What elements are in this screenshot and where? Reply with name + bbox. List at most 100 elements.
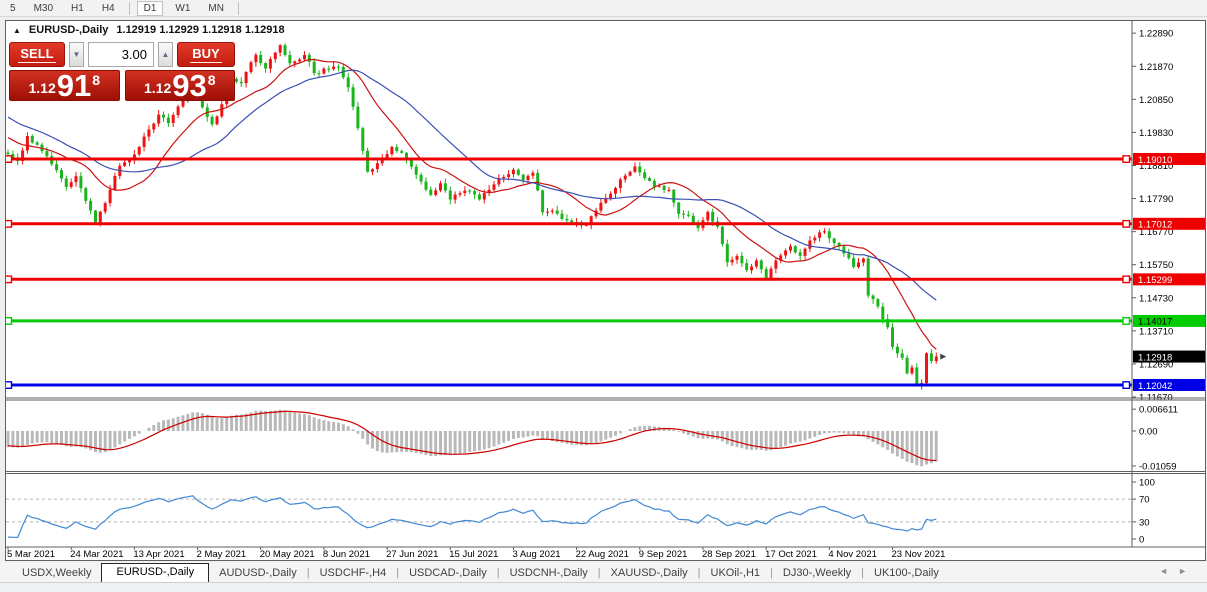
chart-tab-uk100-daily[interactable]: UK100-,Daily: [864, 565, 949, 582]
tab-scroll-left-icon[interactable]: ◄: [1159, 566, 1178, 576]
candle-body: [483, 193, 486, 199]
chart-tab-audusd-daily[interactable]: AUDUSD-,Daily: [209, 565, 307, 582]
timeframe-button-mn[interactable]: MN: [202, 2, 230, 15]
tab-scroll-arrows[interactable]: ◄►: [1159, 566, 1197, 576]
candle-body: [143, 137, 146, 147]
rsi-axis-label: 100: [1139, 478, 1155, 489]
sell-button[interactable]: SELL: [9, 42, 65, 67]
volume-increase-button[interactable]: ▲: [158, 42, 173, 67]
buy-button[interactable]: BUY: [177, 42, 235, 67]
candle-body: [896, 347, 899, 354]
hline-1.19010[interactable]: [6, 156, 1132, 163]
candle-body: [687, 215, 690, 216]
date-axis-label: 5 Mar 2021: [7, 549, 55, 560]
price-tag-value: 1.14017: [1138, 317, 1172, 328]
candle-body: [444, 183, 447, 190]
hline-right-handle[interactable]: [1123, 318, 1130, 325]
candle-body: [493, 184, 496, 189]
toolbar-separator: [238, 2, 239, 15]
candle-body: [638, 167, 641, 173]
tab-scroll-right-icon[interactable]: ►: [1178, 566, 1197, 576]
candle-body: [901, 353, 904, 357]
timeframe-button-h1[interactable]: H1: [65, 2, 90, 15]
hline-right-handle[interactable]: [1123, 382, 1130, 389]
hline-left-handle[interactable]: [6, 221, 12, 228]
spinner-up-icon: ▲: [162, 50, 170, 59]
price-axis-tick-label: 1.13710: [1139, 326, 1173, 337]
candle-body: [774, 261, 777, 269]
candle-body: [862, 259, 865, 263]
hline-1.15299[interactable]: [6, 276, 1132, 283]
candle-body: [269, 59, 272, 69]
candle-body: [502, 177, 505, 178]
candle-body: [852, 258, 855, 267]
date-axis-label: 20 May 2021: [260, 549, 315, 560]
chart-tab-usdcad-daily[interactable]: USDCAD-,Daily: [399, 565, 497, 582]
hline-1.17012[interactable]: [6, 221, 1132, 228]
macd-axis-label: 0.00: [1139, 427, 1158, 438]
volume-decrease-button[interactable]: ▼: [69, 42, 84, 67]
price-tag-value: 1.15299: [1138, 275, 1172, 286]
hline-left-handle[interactable]: [6, 276, 12, 283]
timeframe-button-w1[interactable]: W1: [169, 2, 196, 15]
hline-1.12042[interactable]: [6, 382, 1132, 389]
buy-price-sup: 8: [208, 72, 216, 88]
candle-body: [755, 261, 758, 267]
candle-body: [565, 219, 568, 220]
hline-left-handle[interactable]: [6, 318, 12, 325]
candle-body: [750, 267, 753, 271]
macd-axis-label: -0.01059: [1139, 461, 1177, 472]
candle-body: [177, 107, 180, 116]
candle-body: [366, 151, 369, 172]
macd-signal-line: [8, 411, 936, 460]
candle-body: [162, 115, 165, 118]
chart-tab-eurusd-daily[interactable]: EURUSD-,Daily: [101, 563, 209, 582]
buy-price-tile[interactable]: 1.12 93 8: [125, 70, 236, 101]
candle-body: [308, 55, 311, 62]
candle-body: [847, 253, 850, 258]
candle-body: [172, 115, 175, 123]
candle-body: [113, 176, 116, 190]
hline-left-handle[interactable]: [6, 156, 12, 163]
price-axis-tick-label: 1.14730: [1139, 293, 1173, 304]
candle-body: [619, 179, 622, 188]
hline-right-handle[interactable]: [1123, 156, 1130, 163]
chart-tab-usdchf-h4[interactable]: USDCHF-,H4: [310, 565, 397, 582]
chart-tab-dj30-weekly[interactable]: DJ30-,Weekly: [773, 565, 861, 582]
toolbar-separator: [129, 2, 130, 15]
candle-body: [682, 214, 685, 215]
candle-body: [813, 238, 816, 241]
timeframe-button-5[interactable]: 5: [4, 2, 22, 15]
hline-right-handle[interactable]: [1123, 221, 1130, 228]
timeframe-button-d1[interactable]: D1: [137, 1, 164, 16]
candle-body: [468, 191, 471, 192]
hline-1.14017[interactable]: [6, 318, 1132, 325]
timeframe-button-h4[interactable]: H4: [96, 2, 121, 15]
chart-tab-usdx-weekly[interactable]: USDX,Weekly: [12, 565, 101, 582]
chart-tab-ukoil-h1[interactable]: UKOil-,H1: [701, 565, 771, 582]
candle-body: [284, 45, 287, 55]
candle-body: [79, 176, 82, 188]
sell-price-tile[interactable]: 1.12 91 8: [9, 70, 120, 101]
candle-body: [536, 173, 539, 190]
candle-body: [298, 59, 301, 61]
candle-body: [274, 53, 277, 60]
candle-body: [799, 252, 802, 256]
candle-body: [371, 169, 374, 172]
chart-tab-xauusd-daily[interactable]: XAUUSD-,Daily: [601, 565, 698, 582]
hline-left-handle[interactable]: [6, 382, 12, 389]
timeframe-button-m30[interactable]: M30: [28, 2, 59, 15]
chart-tab-usdcnh-daily[interactable]: USDCNH-,Daily: [500, 565, 598, 582]
candle-body: [318, 73, 321, 74]
candle-body: [415, 167, 418, 175]
candle-body: [152, 124, 155, 130]
candle-body: [259, 55, 262, 63]
candle-body: [527, 176, 530, 180]
price-axis-tick-label: 1.17790: [1139, 194, 1173, 205]
candle-body: [390, 147, 393, 154]
chart-title-bar: ▲ EURUSD-,Daily 1.12919 1.12929 1.12918 …: [13, 24, 285, 36]
volume-input[interactable]: [88, 42, 154, 67]
candle-body: [891, 327, 894, 347]
collapse-icon[interactable]: ▲: [13, 26, 21, 35]
hline-right-handle[interactable]: [1123, 276, 1130, 283]
